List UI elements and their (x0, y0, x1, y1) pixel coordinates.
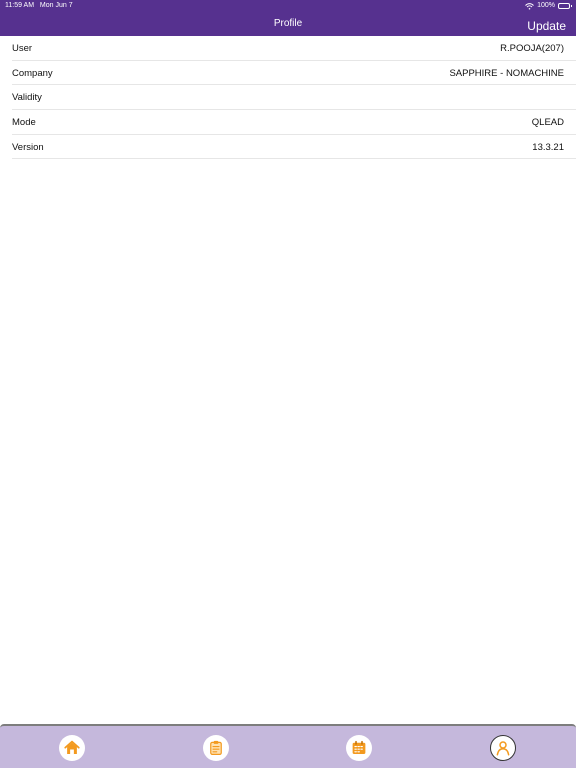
user-value: R.POOJA(207) (500, 43, 564, 54)
company-value: SAPPHIRE - NOMACHINE (449, 67, 564, 79)
profile-row-validity: Validity (0, 85, 576, 111)
bottom-tab-bar (0, 724, 576, 768)
user-label: User (12, 43, 33, 54)
calendar-icon (352, 740, 366, 754)
validity-label: Validity (12, 92, 42, 104)
profile-row-version: Version 13.3.21 (0, 135, 576, 160)
status-time-date: 11:59 AM Mon Jun 7 (5, 1, 73, 11)
profile-list: User R.POOJA(207) Company SAPPHIRE - NOM… (0, 36, 576, 160)
profile-row-company: Company SAPPHIRE - NOMACHINE (0, 61, 576, 86)
home-icon (64, 740, 80, 754)
navigation-header: 11:59 AM Mon Jun 7 100% Profile Update (0, 0, 576, 36)
clipboard-icon (210, 740, 222, 755)
company-label: Company (12, 67, 53, 79)
row-divider (12, 158, 576, 160)
wifi-icon (525, 2, 534, 10)
tab-home[interactable] (59, 735, 85, 761)
profile-icon (496, 741, 510, 756)
status-date: Mon Jun 7 (39, 2, 73, 9)
page-title: Profile (273, 18, 303, 29)
update-button[interactable]: Update (527, 18, 566, 34)
status-time: 11:59 AM (5, 2, 35, 9)
battery-icon (558, 3, 572, 9)
battery-percentage: 100% (537, 2, 555, 9)
tab-calendar[interactable] (346, 735, 372, 761)
tab-leads[interactable] (203, 735, 229, 761)
version-value: 13.3.21 (532, 141, 564, 153)
status-indicators: 100% (525, 1, 572, 11)
profile-row-user: User R.POOJA(207) (0, 36, 576, 61)
mode-value: QLEAD (531, 117, 564, 129)
mode-label: Mode (12, 117, 36, 129)
profile-row-mode: Mode QLEAD (0, 110, 576, 135)
tab-profile[interactable] (490, 735, 516, 761)
version-label: Version (12, 141, 44, 153)
